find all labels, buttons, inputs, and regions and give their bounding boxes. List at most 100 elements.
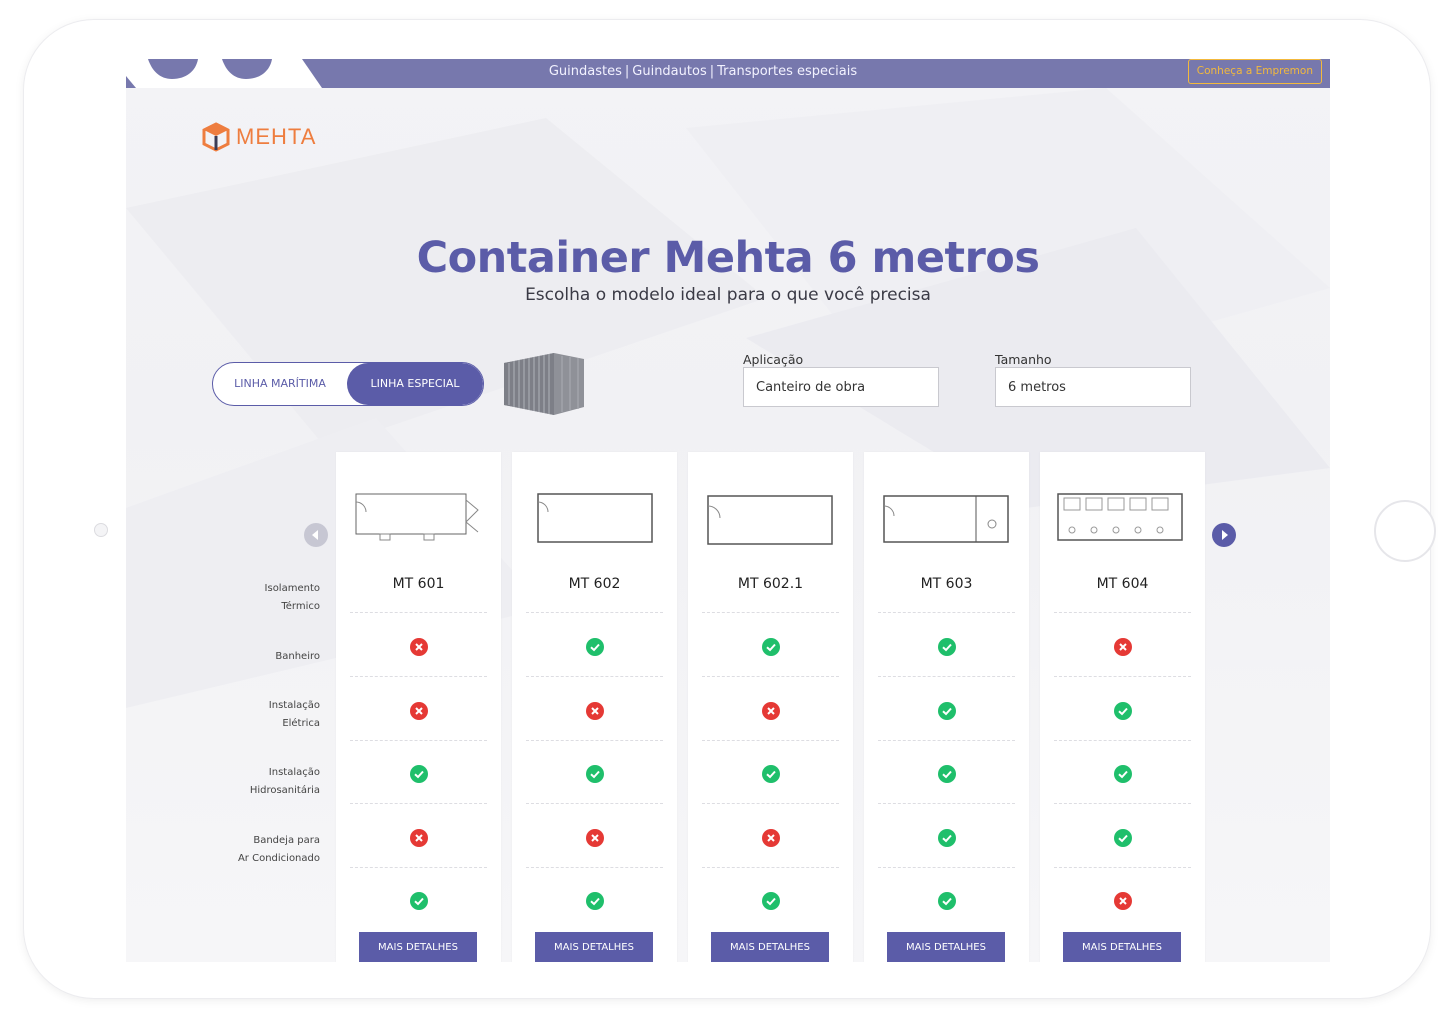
row-divider bbox=[1054, 612, 1191, 613]
camera-icon bbox=[94, 523, 108, 537]
model-name: MT 602.1 bbox=[737, 576, 804, 592]
aplicacao-select[interactable]: Canteiro de obra bbox=[743, 367, 939, 407]
row-divider bbox=[350, 612, 487, 613]
cross-icon bbox=[410, 702, 428, 720]
floor-plan-image bbox=[537, 493, 653, 543]
details-button[interactable]: MAIS DETALHES bbox=[535, 932, 653, 962]
floor-plan-image bbox=[355, 493, 479, 541]
row-divider bbox=[350, 740, 487, 741]
page-subtitle: Escolha o modelo ideal para o que você p… bbox=[525, 285, 931, 305]
chevron-left-icon bbox=[312, 530, 318, 540]
details-button[interactable]: MAIS DETALHES bbox=[887, 932, 1005, 962]
floor-plan-image bbox=[1057, 493, 1183, 541]
cross-icon bbox=[410, 638, 428, 656]
cross-icon bbox=[1114, 892, 1132, 910]
check-icon bbox=[1114, 765, 1132, 783]
carousel-prev-button[interactable] bbox=[304, 523, 328, 547]
details-button[interactable]: MAIS DETALHES bbox=[1063, 932, 1181, 962]
row-divider bbox=[702, 867, 839, 868]
logo-text: MEHTA bbox=[236, 124, 317, 149]
screen: Guindastes | Guindautos | Transportes especi… bbox=[126, 59, 1330, 962]
model-name: MT 601 bbox=[392, 576, 445, 592]
toggle-linha-maritima[interactable]: LINHA MARÍTIMA bbox=[213, 363, 347, 405]
model-name: MT 604 bbox=[1096, 576, 1149, 592]
container-image bbox=[504, 353, 584, 415]
row-divider bbox=[526, 803, 663, 804]
row-divider bbox=[526, 740, 663, 741]
floor-plan-image bbox=[707, 495, 833, 545]
details-button[interactable]: MAIS DETALHES bbox=[359, 932, 477, 962]
aplicacao-label: Aplicação bbox=[743, 352, 804, 367]
row-divider bbox=[878, 803, 1015, 804]
cross-icon bbox=[586, 829, 604, 847]
check-icon bbox=[762, 638, 780, 656]
check-icon bbox=[938, 829, 956, 847]
empremon-button[interactable]: Conheça a Empremon bbox=[1187, 59, 1322, 84]
home-button[interactable] bbox=[1374, 500, 1436, 562]
nav-link-guindautos[interactable]: Guindautos bbox=[632, 64, 706, 79]
model-card: MT 601 MAIS DETALHES bbox=[336, 452, 501, 962]
row-divider bbox=[878, 740, 1015, 741]
row-divider bbox=[1054, 867, 1191, 868]
row-divider bbox=[702, 740, 839, 741]
row-divider bbox=[878, 676, 1015, 677]
row-divider bbox=[1054, 803, 1191, 804]
row-divider bbox=[526, 867, 663, 868]
check-icon bbox=[938, 702, 956, 720]
row-divider bbox=[350, 867, 487, 868]
line-toggle: LINHA MARÍTIMA LINHA ESPECIAL bbox=[212, 362, 484, 406]
model-name: MT 603 bbox=[920, 576, 973, 592]
row-divider bbox=[526, 612, 663, 613]
check-icon bbox=[410, 765, 428, 783]
check-icon bbox=[938, 892, 956, 910]
cross-icon bbox=[410, 829, 428, 847]
check-icon bbox=[938, 638, 956, 656]
tamanho-label: Tamanho bbox=[995, 352, 1052, 367]
row-divider bbox=[878, 867, 1015, 868]
cross-icon bbox=[1114, 638, 1132, 656]
cross-icon bbox=[586, 702, 604, 720]
model-name: MT 602 bbox=[568, 576, 621, 592]
model-card: MT 602 MAIS DETALHES bbox=[512, 452, 677, 962]
feature-label: Isolamento Térmico bbox=[264, 583, 320, 612]
check-icon bbox=[586, 638, 604, 656]
check-icon bbox=[762, 765, 780, 783]
row-divider bbox=[526, 676, 663, 677]
model-card: MT 602.1 MAIS DETALHES bbox=[688, 452, 853, 962]
check-icon bbox=[410, 892, 428, 910]
check-icon bbox=[586, 892, 604, 910]
cube-logo-icon bbox=[202, 122, 230, 152]
toggle-linha-especial[interactable]: LINHA ESPECIAL bbox=[347, 363, 483, 405]
row-divider bbox=[1054, 740, 1191, 741]
row-divider bbox=[878, 612, 1015, 613]
nav-separator: | bbox=[709, 64, 715, 79]
row-divider bbox=[702, 803, 839, 804]
top-bar: Guindastes | Guindautos | Transportes especi… bbox=[126, 59, 1330, 88]
page-title: Container Mehta 6 metros bbox=[416, 233, 1040, 283]
cross-icon bbox=[762, 829, 780, 847]
feature-label: Banheiro bbox=[275, 651, 320, 662]
check-icon bbox=[938, 765, 956, 783]
feature-label: Instalação Elétrica bbox=[268, 700, 320, 729]
top-nav: Guindastes | Guindautos | Transportes especi… bbox=[126, 59, 1280, 88]
details-button[interactable]: MAIS DETALHES bbox=[711, 932, 829, 962]
row-divider bbox=[702, 676, 839, 677]
row-divider bbox=[350, 676, 487, 677]
model-card: MT 604 MAIS DETALHES bbox=[1040, 452, 1205, 962]
check-icon bbox=[762, 892, 780, 910]
nav-separator: | bbox=[624, 64, 630, 79]
row-divider bbox=[1054, 676, 1191, 677]
tamanho-select[interactable]: 6 metros bbox=[995, 367, 1191, 407]
carousel-next-button[interactable] bbox=[1212, 523, 1236, 547]
check-icon bbox=[1114, 829, 1132, 847]
chevron-right-icon bbox=[1222, 530, 1228, 540]
logo[interactable]: MEHTA bbox=[202, 122, 316, 152]
nav-link-transportes[interactable]: Transportes especiais bbox=[717, 64, 857, 79]
row-divider bbox=[702, 612, 839, 613]
floor-plan-image bbox=[883, 495, 1009, 543]
feature-label: Instalação Hidrosanitária bbox=[249, 767, 320, 796]
check-icon bbox=[586, 765, 604, 783]
check-icon bbox=[1114, 702, 1132, 720]
cross-icon bbox=[762, 702, 780, 720]
nav-link-guindastes[interactable]: Guindastes bbox=[549, 64, 622, 79]
